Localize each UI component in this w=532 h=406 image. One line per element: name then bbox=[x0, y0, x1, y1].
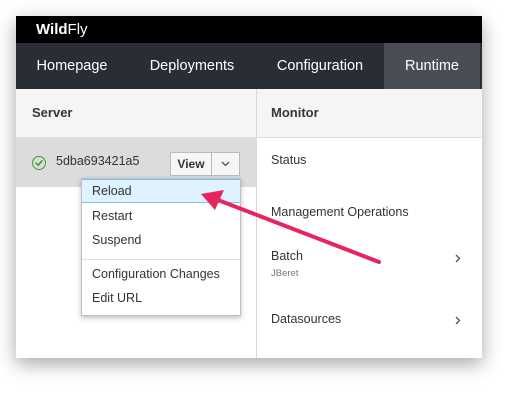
nav-runtime[interactable]: Runtime bbox=[384, 43, 480, 89]
brand-wild: Wild bbox=[36, 21, 68, 38]
brand-fly: Fly bbox=[67, 21, 88, 38]
monitor-item-datasources[interactable]: Datasources bbox=[257, 312, 482, 334]
menu-item-configuration-changes[interactable]: Configuration Changes bbox=[82, 263, 240, 285]
chevron-right-icon bbox=[455, 254, 461, 263]
monitor-item-label: Datasources bbox=[271, 312, 342, 326]
monitor-item-status[interactable]: Status bbox=[257, 153, 482, 175]
chevron-right-icon bbox=[455, 316, 461, 325]
nav-configuration[interactable]: Configuration bbox=[256, 43, 384, 89]
monitor-item-label: Management Operations bbox=[271, 205, 409, 219]
server-column-header: Server bbox=[16, 89, 256, 138]
server-actions-menu: Reload Restart Suspend Configuration Cha… bbox=[81, 178, 241, 316]
menu-item-suspend[interactable]: Suspend bbox=[82, 229, 240, 251]
brand-bar: WildFly bbox=[16, 16, 482, 43]
app-window: WildFly Homepage Deployments Configurati… bbox=[16, 16, 482, 358]
monitor-item-batch[interactable]: Batch JBeret bbox=[257, 249, 482, 289]
menu-item-reload[interactable]: Reload bbox=[82, 179, 240, 203]
monitor-item-sublabel: JBeret bbox=[271, 268, 299, 279]
monitor-item-label: Batch bbox=[271, 249, 303, 263]
nav-deployments[interactable]: Deployments bbox=[128, 43, 256, 89]
monitor-item-management-operations[interactable]: Management Operations bbox=[257, 205, 482, 227]
monitor-column: Monitor Status Management Operations Bat… bbox=[257, 89, 482, 358]
view-button[interactable]: View bbox=[170, 152, 212, 176]
actions-dropdown-toggle[interactable] bbox=[211, 152, 240, 176]
monitor-column-header: Monitor bbox=[257, 89, 482, 138]
main-nav: Homepage Deployments Configuration Runti… bbox=[16, 43, 482, 89]
monitor-item-label: Status bbox=[271, 153, 307, 167]
menu-item-edit-url[interactable]: Edit URL bbox=[82, 287, 240, 309]
chevron-down-icon bbox=[221, 161, 230, 167]
brand-logo[interactable]: WildFly bbox=[36, 22, 88, 38]
nav-homepage[interactable]: Homepage bbox=[16, 43, 128, 89]
menu-item-restart[interactable]: Restart bbox=[82, 205, 240, 227]
status-ok-icon bbox=[32, 156, 46, 170]
server-name: 5dba693421a5 bbox=[56, 154, 140, 168]
menu-divider bbox=[82, 259, 240, 260]
